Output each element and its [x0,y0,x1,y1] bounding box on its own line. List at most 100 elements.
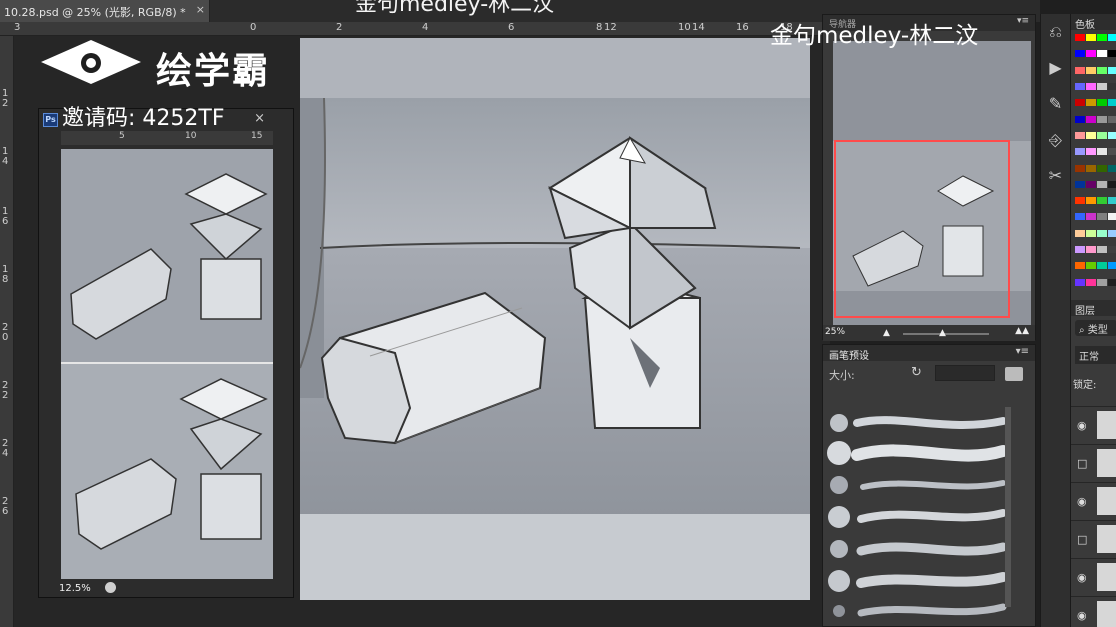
swatch[interactable] [1108,229,1116,237]
swatch[interactable] [1075,115,1085,123]
swatch[interactable] [1097,197,1107,205]
close-icon[interactable]: × [196,3,205,16]
swatch[interactable] [1075,99,1085,107]
swatch[interactable] [1108,131,1116,139]
panel-menu-icon[interactable]: ▾≡ [1017,16,1029,26]
folder-icon[interactable] [1005,367,1023,381]
swatch[interactable] [1097,66,1107,74]
navigator-zoom[interactable]: 25% [825,327,845,337]
layer-row[interactable]: ◉ [1071,482,1116,520]
swatch[interactable] [1075,66,1085,74]
swatch[interactable] [1086,34,1096,41]
swatch[interactable] [1097,99,1107,107]
layer-row[interactable]: ◉ [1071,406,1116,444]
swatch[interactable] [1108,148,1116,156]
swatch[interactable] [1097,229,1107,237]
swatch[interactable] [1086,246,1096,254]
eye-icon[interactable]: □ [1077,457,1087,470]
brush-scrollbar[interactable] [1005,407,1011,607]
layer-row[interactable]: □ [1071,444,1116,482]
swatch[interactable] [1108,213,1116,221]
swatch[interactable] [1086,131,1096,139]
swatch[interactable] [1075,229,1085,237]
swatch[interactable] [1086,50,1096,58]
swatch[interactable] [1097,213,1107,221]
brush-presets-header[interactable]: 画笔预设 ▾≡ [823,345,1035,362]
swatch[interactable] [1086,148,1096,156]
swatch[interactable] [1097,34,1107,41]
clone-source-icon[interactable]: ⎆ [1041,122,1070,158]
eye-icon[interactable]: □ [1077,533,1087,546]
swatch[interactable] [1075,197,1085,205]
swatch[interactable] [1075,50,1085,58]
panel-toolbar[interactable]: ⎌ ▶ ✎ ⎆ ✂ [1040,14,1070,627]
layer-row[interactable]: □ [1071,520,1116,558]
swatch[interactable] [1086,82,1096,90]
reset-icon[interactable]: ↻ [911,365,922,380]
swatch[interactable] [1086,278,1096,286]
swatch[interactable] [1075,262,1085,270]
swatch[interactable] [1075,278,1085,286]
navigator-thumbnail[interactable] [833,41,1031,329]
swatch[interactable] [1108,99,1116,107]
document-tab[interactable]: 10.28.psd @ 25% (光影, RGB/8) * × [0,0,210,22]
brush-presets-panel[interactable]: 画笔预设 ▾≡ 大小: ↻ [822,344,1036,627]
swatch[interactable] [1108,180,1116,188]
swatches-header[interactable]: 色板 [1071,14,1116,31]
main-canvas[interactable] [300,38,810,600]
swatch[interactable] [1108,82,1116,90]
swatch[interactable] [1108,197,1116,205]
layer-kind-filter[interactable]: ⌕ 类型 [1075,320,1116,336]
swatch[interactable] [1086,197,1096,205]
ruler-left[interactable]: 1 2 1 4 1 6 1 8 2 0 2 2 2 4 2 6 [0,36,14,627]
swatch[interactable] [1108,164,1116,172]
zoom-icon[interactable] [105,582,116,593]
swatch[interactable] [1097,180,1107,188]
swatch[interactable] [1075,82,1085,90]
navigator-panel[interactable]: 导航器 ▾≡ 25% ▲ ▲ ▲▲ [822,14,1036,341]
brush-list[interactable] [827,407,1011,627]
navigator-zoom-bar[interactable]: 25% ▲ ▲ ▲▲ [823,325,1035,341]
blend-mode-select[interactable]: 正常 [1075,346,1116,364]
history-icon[interactable]: ⎌ [1041,14,1070,50]
swatch[interactable] [1097,278,1107,286]
swatch[interactable] [1075,131,1085,139]
zoom-handle-icon[interactable]: ▲ [939,328,946,338]
swatch[interactable] [1086,115,1096,123]
layer-row[interactable]: ◉ [1071,596,1116,627]
layer-row[interactable]: ◉ [1071,558,1116,596]
swatch[interactable] [1075,213,1085,221]
swatch[interactable] [1097,82,1107,90]
layers-header[interactable]: 图层 [1071,300,1116,317]
swatch[interactable] [1086,164,1096,172]
swatch[interactable] [1086,180,1096,188]
swatch-grid[interactable] [1075,34,1116,294]
swatch[interactable] [1086,213,1096,221]
brush-size-field[interactable] [935,365,995,381]
swatch[interactable] [1108,34,1116,41]
swatch[interactable] [1108,246,1116,254]
zoom-in-icon[interactable]: ▲▲ [1015,326,1029,336]
swatch[interactable] [1108,262,1116,270]
swatch[interactable] [1086,66,1096,74]
swatch[interactable] [1097,50,1107,58]
swatch[interactable] [1075,246,1085,254]
swatch[interactable] [1108,278,1116,286]
eye-icon[interactable]: ◉ [1077,495,1087,508]
tool-presets-icon[interactable]: ✂ [1041,158,1070,194]
swatch[interactable] [1097,164,1107,172]
swatch[interactable] [1075,148,1085,156]
eye-icon[interactable]: ◉ [1077,609,1087,622]
swatch[interactable] [1086,262,1096,270]
panel-menu-icon[interactable]: ▾≡ [1016,346,1029,357]
brush-icon[interactable]: ✎ [1041,86,1070,122]
zoom-slider[interactable] [903,333,989,335]
swatch[interactable] [1097,131,1107,139]
swatch[interactable] [1097,148,1107,156]
reference-window[interactable]: Ps × 5 10 15 12.5% [38,108,294,598]
eye-icon[interactable]: ◉ [1077,419,1087,432]
lock-row[interactable]: 锁定: [1073,376,1096,391]
reference-zoom[interactable]: 12.5% [59,583,91,594]
right-panel[interactable]: 色板 图层 ⌕ 类型 正常 锁定: ◉ □ ◉ □ ◉ ◉ [1070,14,1116,627]
swatch[interactable] [1086,229,1096,237]
